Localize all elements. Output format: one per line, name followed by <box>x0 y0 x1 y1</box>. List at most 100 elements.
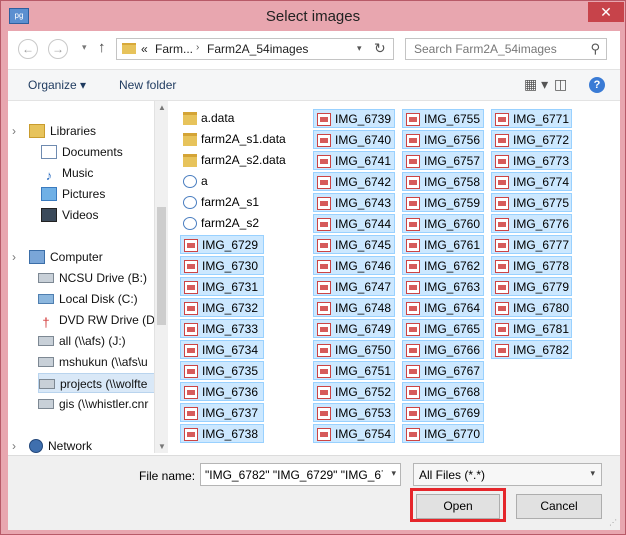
scroll-up-icon[interactable]: ▲ <box>158 103 166 112</box>
file-item[interactable]: IMG_6754 <box>313 424 395 443</box>
resize-grip-icon[interactable]: ⋰ <box>609 518 617 527</box>
sidebar-item-libraries[interactable]: Libraries <box>29 121 96 141</box>
help-icon[interactable]: ? <box>589 77 605 93</box>
file-item[interactable]: IMG_6781 <box>491 319 572 338</box>
sidebar-item-mshukun[interactable]: mshukun (\\afs\u <box>38 352 148 372</box>
up-button[interactable]: ↑ <box>98 39 106 56</box>
sidebar-item-dvd-drive[interactable]: † DVD RW Drive (D: <box>38 310 158 330</box>
breadcrumb-separator[interactable]: › <box>196 42 199 53</box>
file-item[interactable]: IMG_6753 <box>313 403 395 422</box>
scroll-down-icon[interactable]: ▼ <box>158 442 166 451</box>
file-item[interactable]: farm2A_s2 <box>180 214 264 233</box>
organize-menu[interactable]: Organize ▾ <box>28 78 86 92</box>
file-item[interactable]: IMG_6738 <box>180 424 264 443</box>
file-item[interactable]: a.data <box>180 109 264 128</box>
address-bar[interactable]: « Farm... › Farm2A_54images ▾ ↻ <box>116 38 394 60</box>
file-item[interactable]: IMG_6730 <box>180 256 264 275</box>
sidebar-item-music[interactable]: ♪ Music <box>41 163 94 183</box>
search-input[interactable]: Search Farm2A_54images <box>414 42 557 56</box>
file-item[interactable]: IMG_6743 <box>313 193 395 212</box>
file-item[interactable]: IMG_6777 <box>491 235 572 254</box>
expand-icon[interactable]: › <box>12 439 16 453</box>
breadcrumb-current-folder[interactable]: Farm2A_54images <box>207 42 308 56</box>
file-type-select[interactable]: All Files (*.*) ▾ <box>413 463 602 486</box>
close-button[interactable]: ✕ <box>588 2 624 22</box>
file-item[interactable]: IMG_6758 <box>402 172 484 191</box>
refresh-icon[interactable]: ↻ <box>374 40 386 57</box>
file-item[interactable]: IMG_6744 <box>313 214 395 233</box>
tree-expand-computer[interactable]: › <box>12 247 16 267</box>
file-item[interactable]: IMG_6774 <box>491 172 572 191</box>
file-item[interactable]: IMG_6734 <box>180 340 264 359</box>
file-item[interactable]: IMG_6768 <box>402 382 484 401</box>
file-item[interactable]: IMG_6729 <box>180 235 264 254</box>
sidebar-item-ncsu-drive[interactable]: NCSU Drive (B:) <box>38 268 147 288</box>
back-button[interactable]: ← <box>18 39 38 59</box>
sidebar-item-local-disk[interactable]: Local Disk (C:) <box>38 289 138 309</box>
file-item[interactable]: IMG_6759 <box>402 193 484 212</box>
sidebar-item-projects[interactable]: projects (\\wolfte <box>38 373 168 393</box>
file-item[interactable]: IMG_6770 <box>402 424 484 443</box>
file-item[interactable]: IMG_6764 <box>402 298 484 317</box>
file-item[interactable]: IMG_6761 <box>402 235 484 254</box>
navigation-scrollbar[interactable]: ▲ ▼ <box>154 101 169 453</box>
file-item[interactable]: IMG_6742 <box>313 172 395 191</box>
file-name-field[interactable]: "IMG_6782" "IMG_6729" "IMG_673 ▾ <box>200 463 401 486</box>
breadcrumb-overflow[interactable]: « <box>141 42 148 56</box>
expand-icon[interactable]: › <box>12 250 16 264</box>
file-item[interactable]: IMG_6775 <box>491 193 572 212</box>
file-type-dropdown-icon[interactable]: ▾ <box>590 468 595 479</box>
scrollbar-thumb[interactable] <box>157 207 166 325</box>
file-item[interactable]: IMG_6782 <box>491 340 572 359</box>
file-item[interactable]: IMG_6739 <box>313 109 395 128</box>
file-item[interactable]: IMG_6762 <box>402 256 484 275</box>
file-item[interactable]: IMG_6767 <box>402 361 484 380</box>
sidebar-item-pictures[interactable]: Pictures <box>41 184 105 204</box>
file-item[interactable]: IMG_6773 <box>491 151 572 170</box>
file-item[interactable]: a <box>180 172 264 191</box>
address-dropdown-icon[interactable]: ▾ <box>357 43 362 54</box>
sidebar-item-documents[interactable]: Documents <box>41 142 123 162</box>
search-icon[interactable]: ⚲ <box>590 41 600 57</box>
file-item[interactable]: IMG_6750 <box>313 340 395 359</box>
file-item[interactable]: IMG_6779 <box>491 277 572 296</box>
file-item[interactable]: farm2A_s2.data <box>180 151 286 170</box>
file-item[interactable]: IMG_6772 <box>491 130 572 149</box>
file-item[interactable]: IMG_6749 <box>313 319 395 338</box>
file-name-value[interactable]: "IMG_6782" "IMG_6729" "IMG_673 <box>205 468 383 482</box>
file-item[interactable]: IMG_6752 <box>313 382 395 401</box>
file-item[interactable]: IMG_6780 <box>491 298 572 317</box>
file-item[interactable]: IMG_6746 <box>313 256 395 275</box>
file-item[interactable]: farm2A_s1 <box>180 193 264 212</box>
preview-pane-icon[interactable]: ◫ <box>554 76 567 93</box>
file-item[interactable]: IMG_6776 <box>491 214 572 233</box>
file-item[interactable]: IMG_6771 <box>491 109 572 128</box>
forward-button[interactable]: → <box>48 39 68 59</box>
sidebar-item-gis[interactable]: gis (\\whistler.cnr <box>38 394 148 414</box>
file-item[interactable]: farm2A_s1.data <box>180 130 286 149</box>
sidebar-item-computer[interactable]: Computer <box>29 247 103 267</box>
file-item[interactable]: IMG_6741 <box>313 151 395 170</box>
file-item[interactable]: IMG_6732 <box>180 298 264 317</box>
title-bar[interactable]: pg Select images ✕ <box>1 1 625 31</box>
file-item[interactable]: IMG_6769 <box>402 403 484 422</box>
search-box[interactable]: Search Farm2A_54images ⚲ <box>405 38 607 60</box>
new-folder-button[interactable]: New folder <box>119 78 176 92</box>
file-item[interactable]: IMG_6740 <box>313 130 395 149</box>
file-item[interactable]: IMG_6765 <box>402 319 484 338</box>
sidebar-item-videos[interactable]: Videos <box>41 205 98 225</box>
file-item[interactable]: IMG_6735 <box>180 361 264 380</box>
file-item[interactable]: IMG_6757 <box>402 151 484 170</box>
expand-icon[interactable]: › <box>12 124 16 138</box>
tree-expand-network[interactable]: › <box>12 436 16 453</box>
file-name-dropdown-icon[interactable]: ▾ <box>391 468 396 479</box>
change-view-icon[interactable]: ▦ ▾ <box>524 76 548 93</box>
file-item[interactable]: IMG_6748 <box>313 298 395 317</box>
file-item[interactable]: IMG_6756 <box>402 130 484 149</box>
open-button[interactable]: Open <box>416 494 500 519</box>
file-item[interactable]: IMG_6736 <box>180 382 264 401</box>
breadcrumb-farm[interactable]: Farm... <box>155 42 193 56</box>
file-item[interactable]: IMG_6766 <box>402 340 484 359</box>
sidebar-item-afs-all[interactable]: all (\\afs) (J:) <box>38 331 126 351</box>
cancel-button[interactable]: Cancel <box>516 494 602 519</box>
